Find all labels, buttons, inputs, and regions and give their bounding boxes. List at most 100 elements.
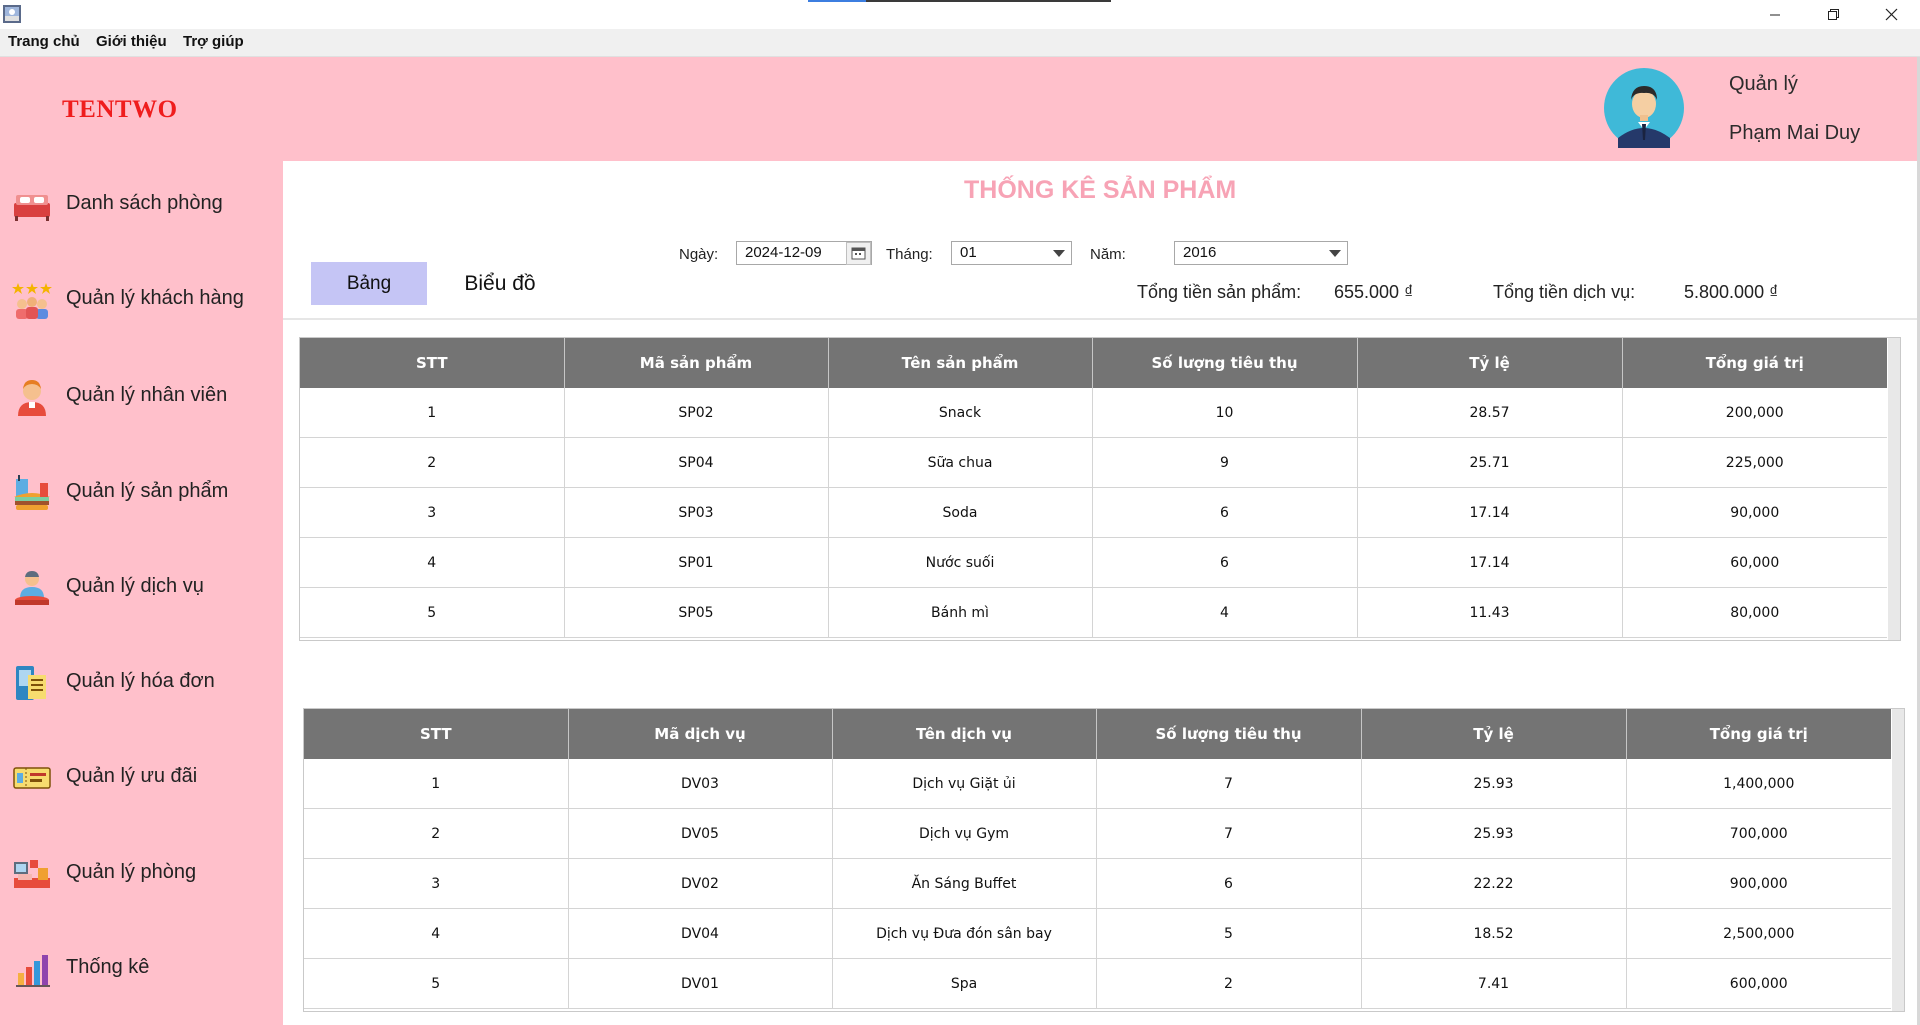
table-cell: 80,000 xyxy=(1622,587,1887,638)
services-total-value: 5.800.000 ₫ xyxy=(1684,282,1779,302)
month-select[interactable]: 01 xyxy=(951,241,1072,265)
column-header[interactable]: Số lượng tiêu thụ xyxy=(1096,709,1362,759)
sidebar-item-label: Quản lý ưu đãi xyxy=(66,765,198,787)
date-label: Ngày: xyxy=(679,246,719,263)
restore-button[interactable] xyxy=(1804,0,1862,29)
table-row[interactable]: 1 SP02 Snack 10 28.57 200,000 xyxy=(300,388,1887,438)
user-name: Phạm Mai Duy xyxy=(1729,122,1861,144)
menu-bar xyxy=(0,29,1920,57)
table-cell: SP01 xyxy=(564,537,829,588)
sidebar-item-room-list[interactable]: Danh sách phòng xyxy=(0,173,283,233)
user-avatar[interactable] xyxy=(1604,68,1684,148)
month-value: 01 xyxy=(960,244,977,261)
column-header[interactable]: STT xyxy=(300,338,565,388)
table-cell: 22.22 xyxy=(1361,858,1627,909)
date-picker-button[interactable] xyxy=(846,242,871,265)
table-cell: DV02 xyxy=(568,858,833,909)
year-label: Năm: xyxy=(1090,246,1126,263)
table-row[interactable]: 4 DV04 Dịch vụ Đưa đón sân bay 5 18.52 2… xyxy=(304,908,1891,959)
sidebar-item-promotions[interactable]: Quản lý ưu đãi xyxy=(0,746,283,806)
services-total-label: Tổng tiền dịch vụ: xyxy=(1493,282,1636,302)
column-header[interactable]: Tổng giá trị xyxy=(1622,338,1887,388)
room-list-icon xyxy=(14,195,50,221)
table-cell: DV01 xyxy=(568,958,833,1009)
table-cell: 3 xyxy=(304,858,569,909)
table-cell: SP02 xyxy=(564,388,829,438)
year-select[interactable]: 2016 xyxy=(1174,241,1348,265)
service-table-panel: STT Mã dịch vụ Tên dịch vụ Số lượng tiêu… xyxy=(303,708,1905,1012)
column-header[interactable]: Tên dịch vụ xyxy=(832,709,1097,759)
products-icon xyxy=(14,475,50,510)
column-header[interactable]: STT xyxy=(304,709,569,759)
table-cell: 17.14 xyxy=(1357,487,1623,538)
table-cell: SP04 xyxy=(564,437,829,488)
sidebar-item-statistics[interactable]: Thống kê xyxy=(0,937,283,997)
table-cell: 5 xyxy=(304,958,569,1009)
sidebar-item-services[interactable]: Quản lý dịch vụ xyxy=(0,556,283,616)
table-cell: 2 xyxy=(1096,958,1362,1009)
table-cell: 6 xyxy=(1092,487,1358,538)
table-cell: 6 xyxy=(1092,537,1358,588)
table-cell: Nước suối xyxy=(828,537,1093,588)
table-cell: 11.43 xyxy=(1357,587,1623,638)
table-cell: Bánh mì xyxy=(828,587,1093,638)
menu-about[interactable]: Giới thiệu xyxy=(96,33,167,50)
column-header[interactable]: Số lượng tiêu thụ xyxy=(1092,338,1358,388)
products-total-label: Tổng tiền sản phẩm: xyxy=(1137,282,1302,302)
statistics-icon xyxy=(16,955,50,987)
sidebar-item-staff[interactable]: Quản lý nhân viên xyxy=(0,365,283,425)
table-row[interactable]: 2 DV05 Dịch vụ Gym 7 25.93 700,000 xyxy=(304,808,1891,859)
table-cell: Snack xyxy=(828,388,1093,438)
table-cell: Sữa chua xyxy=(828,437,1093,488)
rooms-icon xyxy=(14,860,50,888)
minimize-button[interactable] xyxy=(1746,0,1804,29)
column-header[interactable]: Tên sản phẩm xyxy=(828,338,1093,388)
service-table-scrollbar[interactable] xyxy=(1892,709,1904,1011)
column-header[interactable]: Tỷ lệ xyxy=(1357,338,1623,388)
sidebar-item-invoices[interactable]: Quản lý hóa đơn xyxy=(0,651,283,711)
table-cell: Spa xyxy=(832,958,1097,1009)
brand-logo-text: TENTWO xyxy=(62,96,178,123)
column-header[interactable]: Tổng giá trị xyxy=(1626,709,1891,759)
table-cell: SP05 xyxy=(564,587,829,638)
restore-icon xyxy=(1827,9,1839,20)
table-row[interactable]: 4 SP01 Nước suối 6 17.14 60,000 xyxy=(300,537,1887,588)
column-header[interactable]: Tỷ lệ xyxy=(1361,709,1627,759)
sidebar-item-label: Quản lý hóa đơn xyxy=(66,670,215,692)
table-cell: 18.52 xyxy=(1361,908,1627,959)
table-cell: 4 xyxy=(304,908,569,959)
invoices-icon xyxy=(16,666,46,700)
sidebar-item-products[interactable]: Quản lý sản phẩm xyxy=(0,461,283,521)
tab-table[interactable]: Bảng xyxy=(311,262,427,305)
menu-help[interactable]: Trợ giúp xyxy=(183,33,244,50)
sidebar-item-customers[interactable]: Quản lý khách hàng xyxy=(0,268,283,328)
section-divider xyxy=(283,318,1920,320)
table-row[interactable]: 5 DV01 Spa 2 7.41 600,000 xyxy=(304,958,1891,1009)
service-table: STT Mã dịch vụ Tên dịch vụ Số lượng tiêu… xyxy=(304,709,1891,1009)
sidebar-item-rooms[interactable]: Quản lý phòng xyxy=(0,842,283,902)
table-cell: 225,000 xyxy=(1622,437,1887,488)
table-row[interactable]: 3 DV02 Ăn Sáng Buffet 6 22.22 900,000 xyxy=(304,858,1891,909)
table-row[interactable]: 2 SP04 Sữa chua 9 25.71 225,000 xyxy=(300,437,1887,488)
table-cell: 3 xyxy=(300,487,565,538)
table-cell: 2,500,000 xyxy=(1626,908,1891,959)
table-cell: DV04 xyxy=(568,908,833,959)
date-value: 2024-12-09 xyxy=(745,244,822,261)
table-row[interactable]: 1 DV03 Dịch vụ Giặt ủi 7 25.93 1,400,000 xyxy=(304,759,1891,809)
calendar-icon xyxy=(851,247,866,260)
table-row[interactable]: 3 SP03 Soda 6 17.14 90,000 xyxy=(300,487,1887,538)
column-header[interactable]: Mã dịch vụ xyxy=(568,709,833,759)
table-row[interactable]: 5 SP05 Bánh mì 4 11.43 80,000 xyxy=(300,587,1887,638)
table-cell: 10 xyxy=(1092,388,1358,438)
tab-chart[interactable]: Biểu đồ xyxy=(442,262,558,305)
table-cell: 200,000 xyxy=(1622,388,1887,438)
close-button[interactable] xyxy=(1862,0,1920,29)
chevron-down-icon xyxy=(1329,250,1341,257)
column-header[interactable]: Mã sản phẩm xyxy=(564,338,829,388)
menu-home[interactable]: Trang chủ xyxy=(8,33,80,50)
customers-icon xyxy=(12,283,52,319)
sidebar-item-label: Quản lý khách hàng xyxy=(66,287,244,309)
product-table-scrollbar[interactable] xyxy=(1888,338,1900,640)
table-cell: SP03 xyxy=(564,487,829,538)
table-cell: 5 xyxy=(1096,908,1362,959)
